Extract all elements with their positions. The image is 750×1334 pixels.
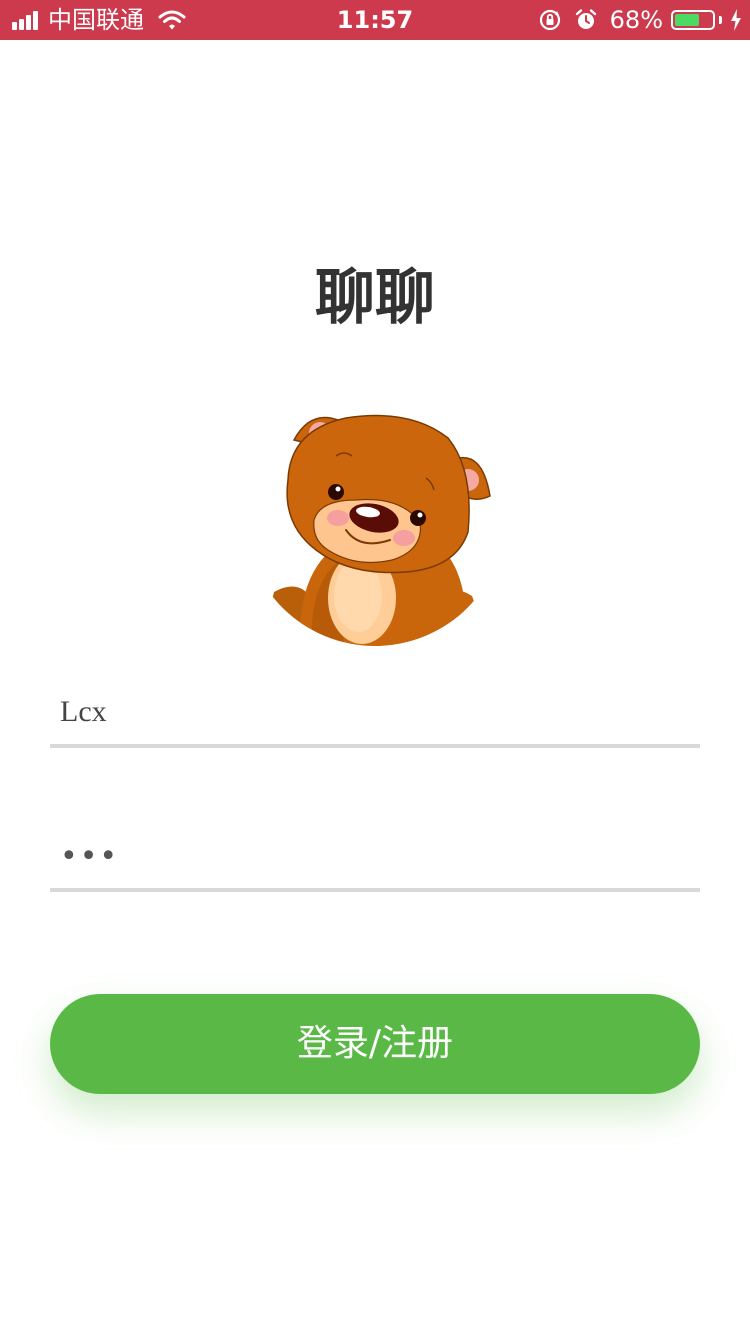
password-input[interactable]	[50, 824, 700, 888]
battery-tip	[719, 16, 722, 24]
alarm-icon	[575, 9, 596, 29]
charging-icon	[731, 9, 741, 31]
username-field-wrapper	[50, 680, 700, 748]
status-bar: 中国联通 11:57 68%	[0, 0, 750, 40]
password-field-wrapper	[50, 824, 700, 892]
orientation-lock-icon	[539, 9, 560, 31]
login-register-button[interactable]: 登录/注册	[50, 994, 700, 1094]
username-input[interactable]	[50, 680, 700, 744]
status-right: 68%	[538, 0, 742, 40]
battery-percent: 68%	[609, 6, 663, 34]
battery-icon	[671, 10, 715, 30]
app-title: 聊聊	[315, 263, 435, 333]
battery-level-fill	[675, 14, 700, 26]
bear-avatar	[260, 414, 492, 646]
login-screen: 中国联通 11:57 68% 聊聊 Lcx 登录/注册	[0, 0, 750, 1334]
